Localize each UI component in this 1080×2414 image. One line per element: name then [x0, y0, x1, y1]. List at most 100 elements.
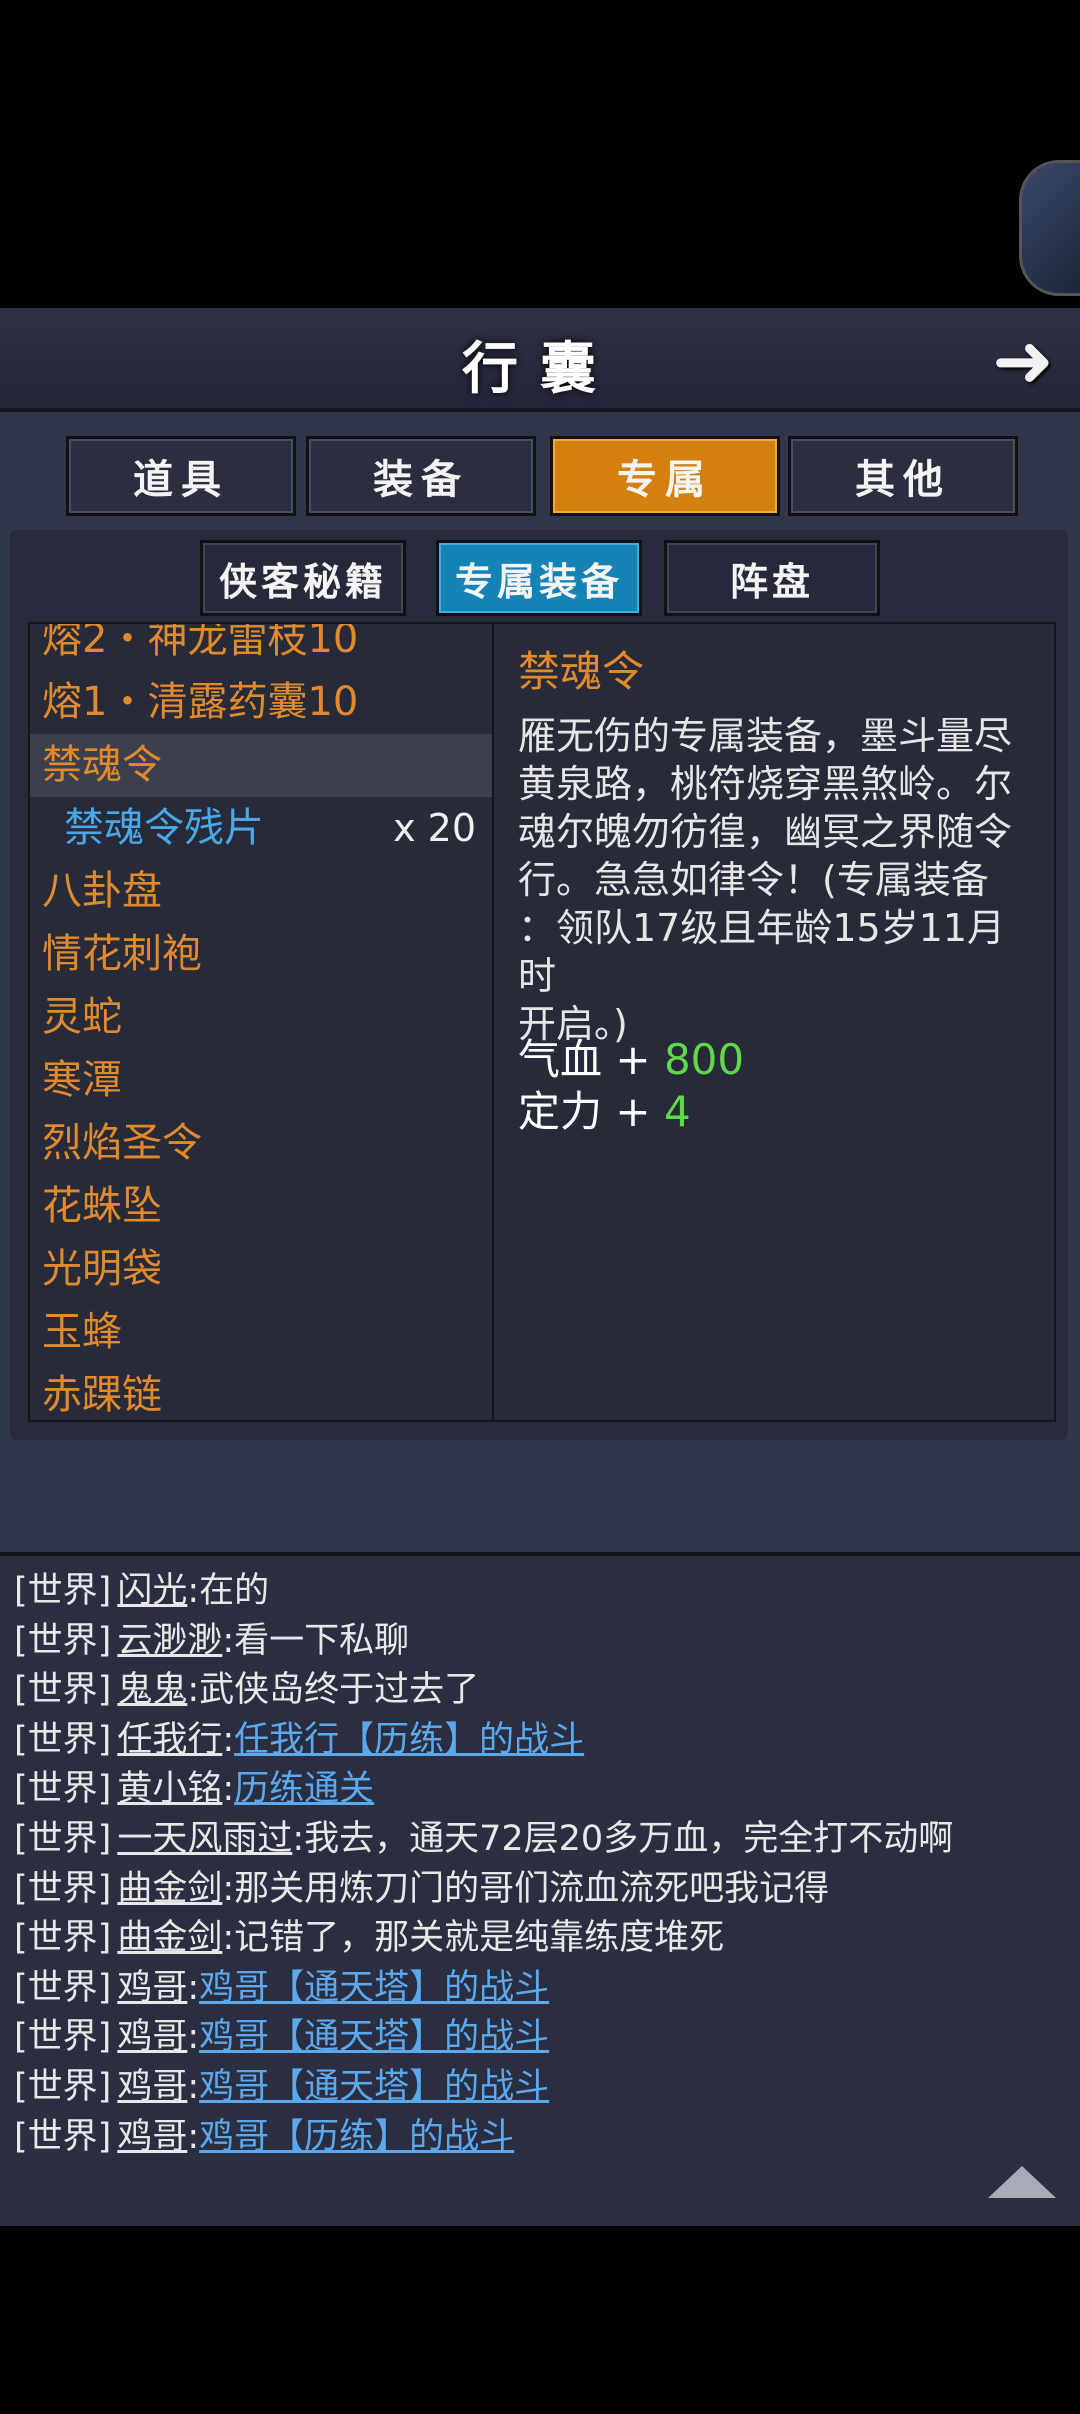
stat-value: 800: [663, 1035, 745, 1084]
tab-exclusive[interactable]: 专属: [550, 436, 780, 516]
subtab-formation[interactable]: 阵盘: [664, 540, 880, 616]
chat-message: [世界] 任我行:任我行【历练】的战斗: [14, 1711, 584, 1762]
item-detail-panel: 禁魂令 雁无伤的专属装备，墨斗量尽 黄泉路，桃符烧穿黑煞岭。尔 魂尔魄勿彷徨，幽…: [492, 622, 1056, 1422]
chat-separator: :: [187, 2017, 200, 2058]
list-item[interactable]: 玉蜂: [30, 1301, 492, 1364]
desc-line: 魂尔魄勿彷徨，幽冥之界随令: [518, 810, 1013, 854]
chat-separator: :: [187, 1571, 200, 1611]
chat-battle-link[interactable]: 鸡哥【通天塔】的战斗: [199, 2017, 549, 2057]
chat-scroll-up-icon[interactable]: [988, 2166, 1056, 2198]
chat-channel: [世界]: [14, 1967, 112, 2008]
chat-message: [世界] 鸡哥:鸡哥【通天塔】的战斗: [14, 2058, 549, 2109]
list-item-fragment[interactable]: 禁魂令残片 x 20: [30, 797, 492, 860]
list-item[interactable]: 烈焰圣令: [30, 1112, 492, 1175]
header-bar: 行囊 ➜: [0, 308, 1080, 412]
chat-sender[interactable]: 黄小铭: [117, 1769, 222, 1809]
item-label: 禁魂令残片: [64, 805, 264, 851]
chat-sender[interactable]: 闪光: [117, 1571, 187, 1611]
chat-message: [世界] 鸡哥:鸡哥【历练】的战斗: [14, 2108, 514, 2159]
chat-separator: :: [222, 1769, 235, 1810]
chat-text: 在的: [199, 1571, 270, 1611]
chat-sender[interactable]: 鬼鬼: [117, 1670, 187, 1710]
stat-plus: +: [615, 1035, 651, 1084]
chat-message: [世界] 曲金剑:那关用炼刀门的哥们流血流死吧我记得: [14, 1860, 829, 1911]
chat-message: [世界] 闪光:在的: [14, 1562, 269, 1613]
chat-channel: [世界]: [14, 1620, 112, 1661]
list-item[interactable]: 熔1・清露药囊10: [30, 671, 492, 734]
sub-tabs: 侠客秘籍 专属装备 阵盘: [200, 540, 880, 616]
chat-battle-link[interactable]: 任我行【历练】的战斗: [234, 1720, 584, 1760]
chat-channel: [世界]: [14, 2017, 112, 2058]
chat-text: 我去，通天72层20多万血，完全打不动啊: [304, 1819, 954, 1859]
list-item[interactable]: 花蛛坠: [30, 1175, 492, 1238]
list-item[interactable]: 八卦盘: [30, 860, 492, 923]
desc-line: 雁无伤的专属装备，墨斗量尽: [518, 714, 1013, 758]
back-arrow-icon[interactable]: ➜: [992, 318, 1054, 404]
subtab-exclusive-equipment[interactable]: 专属装备: [436, 540, 642, 616]
chat-sender[interactable]: 鸡哥: [117, 1968, 187, 2008]
chat-channel: [世界]: [14, 1769, 112, 1810]
chat-message: [世界] 云渺渺:看一下私聊: [14, 1612, 409, 1663]
panel-footer: [0, 1440, 1080, 1552]
subtab-manuals[interactable]: 侠客秘籍: [200, 540, 406, 616]
chat-channel: [世界]: [14, 2116, 112, 2157]
chat-separator: :: [222, 1868, 235, 1909]
chat-channel: [世界]: [14, 2067, 112, 2107]
list-item[interactable]: 情花刺袍: [30, 923, 492, 986]
bottom-black-area: [0, 2226, 1080, 2414]
item-count: x 20: [393, 806, 476, 850]
chat-message: [世界] 曲金剑:记错了，那关就是纯靠练度堆死: [14, 1909, 724, 1960]
chat-separator: :: [222, 1719, 235, 1760]
chat-separator: :: [222, 1918, 235, 1959]
detail-description: 雁无伤的专属装备，墨斗量尽 黄泉路，桃符烧穿黑煞岭。尔 魂尔魄勿彷徨，幽冥之界随…: [518, 712, 1036, 1048]
desc-line: 黄泉路，桃符烧穿黑煞岭。尔: [518, 762, 1013, 806]
chat-separator: :: [222, 1620, 235, 1661]
list-item[interactable]: 熔2・神龙雷枝10: [30, 624, 492, 671]
page-title: 行囊: [462, 336, 618, 402]
menu-scroll-icon[interactable]: [1019, 160, 1080, 296]
chat-sender[interactable]: 云渺渺: [117, 1621, 222, 1661]
chat-sender[interactable]: 曲金剑: [117, 1918, 222, 1958]
stat-plus: +: [615, 1087, 651, 1136]
chat-separator: :: [292, 1819, 305, 1859]
chat-channel: [世界]: [14, 1819, 112, 1859]
tab-other[interactable]: 其他: [788, 436, 1018, 516]
list-item[interactable]: 赤踝链: [30, 1364, 492, 1420]
chat-battle-link[interactable]: 历练通关: [234, 1769, 374, 1809]
chat-separator: :: [187, 2067, 200, 2107]
tab-equipment[interactable]: 装备: [306, 436, 536, 516]
item-list[interactable]: 熔2・神龙雷枝10 熔1・清露药囊10 禁魂令 禁魂令残片 x 20 八卦盘 情…: [28, 622, 494, 1422]
list-item[interactable]: 光明袋: [30, 1238, 492, 1301]
list-item[interactable]: 灵蛇: [30, 986, 492, 1049]
chat-message: [世界] 鸡哥:鸡哥【通天塔】的战斗: [14, 1959, 549, 2010]
detail-title: 禁魂令: [518, 647, 645, 696]
chat-sender[interactable]: 鸡哥: [117, 2017, 187, 2057]
tab-items[interactable]: 道具: [66, 436, 296, 516]
desc-line: ：领队17级且年龄15岁11月时: [518, 906, 1006, 998]
chat-sender[interactable]: 曲金剑: [117, 1869, 222, 1909]
chat-channel: [世界]: [14, 1670, 112, 1711]
chat-text: 那关用炼刀门的哥们流血流死吧我记得: [234, 1868, 830, 1909]
chat-separator: :: [187, 2116, 200, 2157]
chat-sender[interactable]: 一天风雨过: [117, 1819, 292, 1859]
chat-message: [世界] 黄小铭:历练通关: [14, 1760, 374, 1811]
chat-battle-link[interactable]: 鸡哥【历练】的战斗: [199, 2117, 514, 2157]
stat-value: 4: [663, 1087, 691, 1136]
list-item[interactable]: 寒潭: [30, 1049, 492, 1112]
chat-separator: :: [187, 1670, 200, 1711]
chat-sender[interactable]: 鸡哥: [117, 2067, 187, 2107]
chat-channel: [世界]: [14, 1918, 112, 1959]
chat-text: 看一下私聊: [234, 1620, 410, 1661]
chat-battle-link[interactable]: 鸡哥【通天塔】的战斗: [199, 2067, 549, 2107]
chat-channel: [世界]: [14, 1719, 112, 1760]
list-item-selected[interactable]: 禁魂令: [30, 734, 492, 797]
chat-sender[interactable]: 鸡哥: [117, 2117, 187, 2157]
chat-message: [世界] 鸡哥:鸡哥【通天塔】的战斗: [14, 2008, 549, 2059]
chat-message: [世界] 鬼鬼:武侠岛终于过去了: [14, 1661, 479, 1712]
chat-sender[interactable]: 任我行: [117, 1720, 222, 1760]
chat-channel: [世界]: [14, 1571, 112, 1611]
chat-battle-link[interactable]: 鸡哥【通天塔】的战斗: [199, 1968, 549, 2008]
stat-name: 定力: [518, 1087, 603, 1136]
chat-message: [世界] 一天风雨过:我去，通天72层20多万血，完全打不动啊: [14, 1810, 953, 1861]
top-black-area: [0, 0, 1080, 308]
